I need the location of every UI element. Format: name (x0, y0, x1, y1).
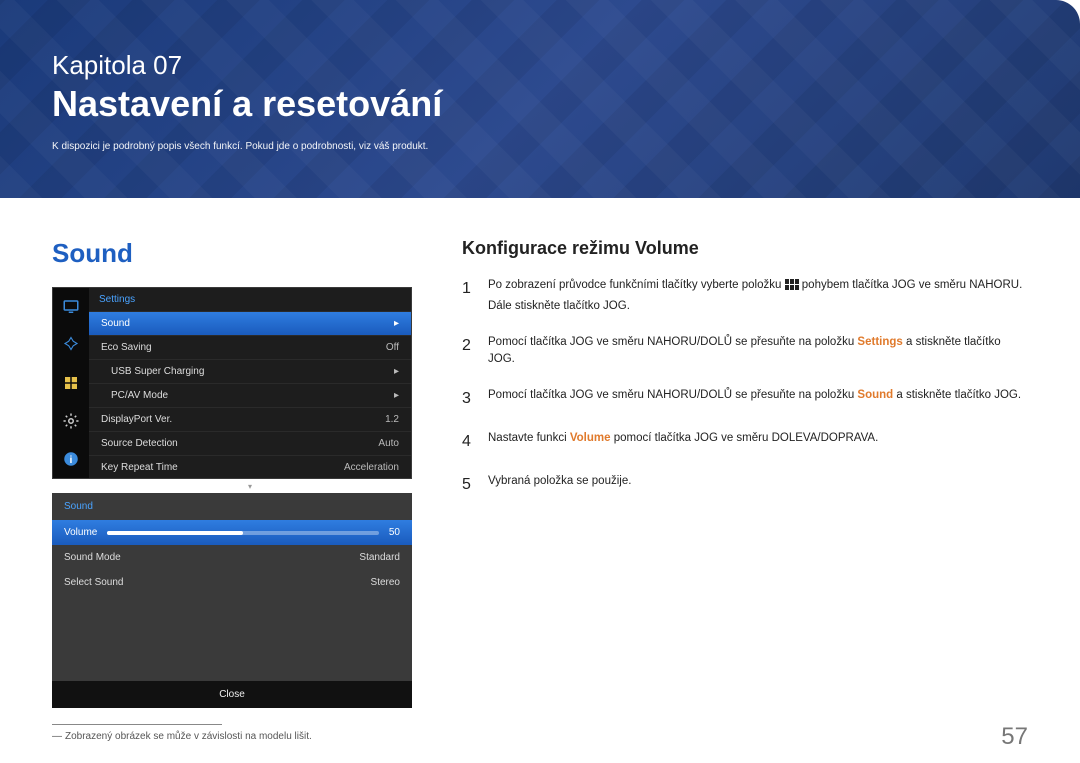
right-column: Konfigurace režimu Volume 1 Po zobrazení … (462, 238, 1028, 742)
osd-row-label: USB Super Charging (111, 366, 204, 377)
osd-settings-menu: i Settings Sound ▸ Eco Saving Off USB Super … (52, 287, 412, 479)
osd2-row-label: Select Sound (64, 577, 124, 588)
osd-pager-down: ▾ (89, 479, 411, 495)
osd-row-value: Acceleration (344, 462, 399, 473)
osd-sidebar: i (53, 288, 89, 478)
chapter-label: Kapitola 07 (52, 50, 1080, 81)
step-number: 4 (462, 430, 474, 455)
osd-row[interactable]: Key Repeat Time Acceleration (89, 455, 411, 479)
chapter-header: Kapitola 07 Nastavení a resetování K dis… (0, 0, 1080, 198)
osd-row[interactable]: PC/AV Mode ▸ (89, 383, 411, 407)
menu-grid-icon (785, 279, 799, 298)
osd-row[interactable]: USB Super Charging ▸ (89, 359, 411, 383)
osd2-row-label: Volume (64, 527, 97, 538)
osd-row-label: Source Detection (101, 438, 178, 449)
footnote-rule (52, 724, 222, 725)
osd-row[interactable]: DisplayPort Ver. 1.2 (89, 407, 411, 431)
footnote: ―Zobrazený obrázek se může v závislosti … (52, 731, 412, 742)
osd2-row-value: 50 (389, 527, 400, 538)
step-text: Vybraná položka se použije. (488, 473, 1028, 498)
chapter-subhead: K dispozici je podrobný popis všech funk… (52, 141, 1080, 152)
page-number: 57 (1001, 723, 1028, 751)
osd-row-label: Key Repeat Time (101, 462, 178, 473)
osd-row-label: PC/AV Mode (111, 390, 168, 401)
osd-row[interactable]: Sound ▸ (89, 311, 411, 335)
osd-row-label: Sound (101, 318, 130, 329)
osd2-row-label: Sound Mode (64, 552, 121, 563)
svg-text:i: i (70, 454, 73, 466)
gear-icon (53, 402, 89, 440)
info-icon: i (53, 440, 89, 478)
osd-row-value: Off (386, 342, 399, 353)
keyword: Sound (857, 389, 893, 401)
step-item: 3 Pomocí tlačítka JOG ve směru NAHORU/DOL… (462, 387, 1028, 412)
osd-row-label: Eco Saving (101, 342, 152, 353)
osd2-title: Sound (52, 493, 412, 520)
chapter-title: Nastavení a resetování (52, 83, 1080, 125)
step-number: 3 (462, 387, 474, 412)
step-item: 5 Vybraná položka se použije. (462, 473, 1028, 498)
section-heading-config: Konfigurace režimu Volume (462, 238, 1028, 259)
step-text: Pomocí tlačítka JOG ve směru NAHORU/DOLŮ… (488, 387, 1028, 412)
keyword: Settings (857, 336, 902, 348)
volume-slider[interactable] (107, 531, 379, 535)
step-text: Nastavte funkci Volume pomocí tlačítka J… (488, 430, 1028, 455)
monitor-icon (53, 288, 89, 326)
osd-row-label: DisplayPort Ver. (101, 414, 172, 425)
osd2-row[interactable]: Volume 50 (52, 520, 412, 545)
step-number: 2 (462, 334, 474, 370)
step-text: Po zobrazení průvodce funkčními tlačítky… (488, 277, 1028, 316)
steps-list: 1 Po zobrazení průvodce funkčními tlačítk… (462, 277, 1028, 498)
keyword: Volume (570, 432, 611, 444)
step-item: 4 Nastavte funkci Volume pomocí tlačítka … (462, 430, 1028, 455)
osd-row-value: ▸ (394, 318, 399, 329)
osd-row[interactable]: Eco Saving Off (89, 335, 411, 359)
osd2-row-value: Stereo (371, 577, 400, 588)
osd-row-value: 1.2 (385, 414, 399, 425)
step-item: 2 Pomocí tlačítka JOG ve směru NAHORU/DOL… (462, 334, 1028, 370)
osd-row[interactable]: Source Detection Auto (89, 431, 411, 455)
osd-row-value: Auto (378, 438, 399, 449)
osd-close-button[interactable]: Close (52, 681, 412, 708)
osd-row-value: ▸ (394, 390, 399, 401)
left-column: Sound i Settings Sound ▸ Eco Saving Off USB … (52, 238, 412, 742)
osd2-row[interactable]: Sound Mode Standard (52, 545, 412, 570)
osd2-row-value: Standard (359, 552, 400, 563)
osd-title: Settings (89, 288, 411, 311)
step-item: 1 Po zobrazení průvodce funkčními tlačítk… (462, 277, 1028, 316)
picture-icon (53, 326, 89, 364)
section-heading-sound: Sound (52, 238, 412, 269)
osd-row-value: ▸ (394, 366, 399, 377)
step-number: 5 (462, 473, 474, 498)
step-number: 1 (462, 277, 474, 316)
osd-sound-submenu: Sound Volume 50 Sound Mode Standard Select S… (52, 493, 412, 708)
step-text: Pomocí tlačítka JOG ve směru NAHORU/DOLŮ… (488, 334, 1028, 370)
osd2-row[interactable]: Select Sound Stereo (52, 570, 412, 595)
settings-icon (53, 364, 89, 402)
